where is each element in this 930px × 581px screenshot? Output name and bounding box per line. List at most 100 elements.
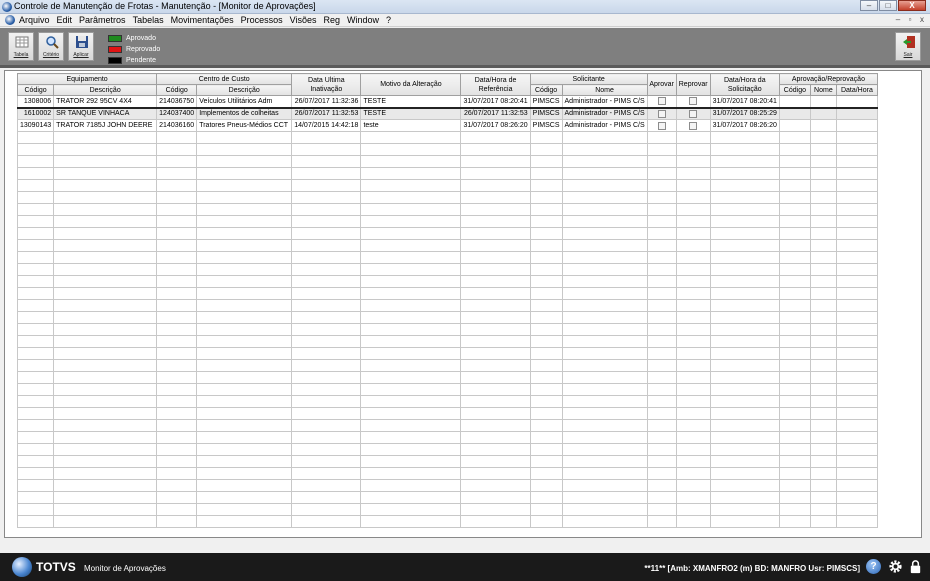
menu-movimentacoes[interactable]: Movimentações bbox=[171, 15, 234, 25]
empty-cell[interactable] bbox=[529, 431, 563, 444]
empty-cell[interactable] bbox=[16, 335, 55, 348]
empty-cell[interactable] bbox=[809, 503, 837, 516]
cell-eq-codigo[interactable]: 1308006 bbox=[16, 95, 55, 109]
empty-row[interactable] bbox=[16, 359, 878, 372]
empty-cell[interactable] bbox=[460, 275, 531, 288]
empty-cell[interactable] bbox=[196, 263, 293, 276]
empty-cell[interactable] bbox=[809, 215, 837, 228]
empty-cell[interactable] bbox=[646, 311, 677, 324]
empty-cell[interactable] bbox=[835, 503, 878, 516]
empty-cell[interactable] bbox=[835, 251, 878, 264]
empty-cell[interactable] bbox=[196, 143, 293, 156]
empty-cell[interactable] bbox=[835, 467, 878, 480]
aprovar-checkbox[interactable] bbox=[657, 97, 666, 106]
empty-row[interactable] bbox=[16, 371, 878, 384]
empty-cell[interactable] bbox=[156, 179, 198, 192]
empty-cell[interactable] bbox=[709, 131, 780, 144]
empty-cell[interactable] bbox=[196, 155, 293, 168]
empty-cell[interactable] bbox=[460, 263, 531, 276]
empty-cell[interactable] bbox=[16, 479, 55, 492]
cell-eq-descricao[interactable]: TRATOR 292 95CV 4X4 bbox=[53, 95, 158, 109]
empty-row[interactable] bbox=[16, 167, 878, 180]
empty-row[interactable] bbox=[16, 491, 878, 504]
table-row[interactable]: 1610002 SR TANQUE VINHACA 124037400 Impleme… bbox=[16, 107, 878, 120]
empty-cell[interactable] bbox=[809, 467, 837, 480]
empty-cell[interactable] bbox=[675, 371, 711, 384]
cell-sol-nome[interactable]: Administrador - PIMS C/S bbox=[561, 107, 648, 120]
reprovar-checkbox[interactable] bbox=[689, 121, 698, 130]
empty-cell[interactable] bbox=[709, 239, 780, 252]
empty-cell[interactable] bbox=[646, 479, 677, 492]
cell-data-solicitacao[interactable]: 31/07/2017 08:26:20 bbox=[709, 119, 780, 132]
empty-cell[interactable] bbox=[778, 443, 811, 456]
empty-cell[interactable] bbox=[291, 347, 362, 360]
empty-cell[interactable] bbox=[16, 299, 55, 312]
empty-cell[interactable] bbox=[460, 155, 531, 168]
empty-cell[interactable] bbox=[156, 359, 198, 372]
empty-cell[interactable] bbox=[809, 311, 837, 324]
empty-cell[interactable] bbox=[675, 431, 711, 444]
empty-cell[interactable] bbox=[709, 491, 780, 504]
empty-cell[interactable] bbox=[156, 311, 198, 324]
empty-cell[interactable] bbox=[196, 179, 293, 192]
menu-help[interactable]: ? bbox=[386, 15, 391, 25]
empty-cell[interactable] bbox=[835, 371, 878, 384]
empty-cell[interactable] bbox=[561, 179, 648, 192]
cell-data-ultima[interactable]: 26/07/2017 11:32:53 bbox=[291, 107, 362, 120]
empty-cell[interactable] bbox=[675, 203, 711, 216]
empty-cell[interactable] bbox=[529, 491, 563, 504]
empty-cell[interactable] bbox=[460, 503, 531, 516]
empty-cell[interactable] bbox=[291, 383, 362, 396]
mdi-minimize-button[interactable]: – bbox=[893, 15, 903, 25]
empty-cell[interactable] bbox=[709, 479, 780, 492]
empty-cell[interactable] bbox=[291, 479, 362, 492]
empty-cell[interactable] bbox=[16, 239, 55, 252]
empty-cell[interactable] bbox=[156, 251, 198, 264]
empty-cell[interactable] bbox=[778, 515, 811, 528]
empty-cell[interactable] bbox=[291, 467, 362, 480]
empty-cell[interactable] bbox=[778, 131, 811, 144]
empty-cell[interactable] bbox=[156, 275, 198, 288]
empty-row[interactable] bbox=[16, 287, 878, 300]
cell-cc-descricao[interactable]: Implementos de colheitas bbox=[196, 107, 293, 120]
empty-cell[interactable] bbox=[196, 131, 293, 144]
empty-cell[interactable] bbox=[778, 431, 811, 444]
cell-motivo[interactable]: teste bbox=[360, 119, 462, 132]
empty-cell[interactable] bbox=[53, 227, 158, 240]
empty-cell[interactable] bbox=[460, 335, 531, 348]
empty-cell[interactable] bbox=[809, 479, 837, 492]
empty-cell[interactable] bbox=[360, 131, 462, 144]
empty-cell[interactable] bbox=[460, 287, 531, 300]
empty-cell[interactable] bbox=[561, 251, 648, 264]
empty-cell[interactable] bbox=[809, 299, 837, 312]
empty-cell[interactable] bbox=[561, 347, 648, 360]
empty-cell[interactable] bbox=[709, 287, 780, 300]
empty-cell[interactable] bbox=[460, 131, 531, 144]
empty-cell[interactable] bbox=[809, 347, 837, 360]
empty-row[interactable] bbox=[16, 443, 878, 456]
empty-cell[interactable] bbox=[156, 191, 198, 204]
empty-cell[interactable] bbox=[835, 143, 878, 156]
empty-cell[interactable] bbox=[709, 299, 780, 312]
empty-cell[interactable] bbox=[778, 167, 811, 180]
empty-row[interactable] bbox=[16, 227, 878, 240]
empty-cell[interactable] bbox=[778, 479, 811, 492]
empty-cell[interactable] bbox=[835, 263, 878, 276]
empty-cell[interactable] bbox=[156, 395, 198, 408]
empty-cell[interactable] bbox=[709, 179, 780, 192]
empty-cell[interactable] bbox=[156, 491, 198, 504]
empty-cell[interactable] bbox=[460, 371, 531, 384]
empty-cell[interactable] bbox=[646, 167, 677, 180]
empty-row[interactable] bbox=[16, 143, 878, 156]
empty-cell[interactable] bbox=[646, 347, 677, 360]
empty-cell[interactable] bbox=[709, 323, 780, 336]
empty-cell[interactable] bbox=[156, 431, 198, 444]
empty-cell[interactable] bbox=[561, 443, 648, 456]
empty-cell[interactable] bbox=[646, 455, 677, 468]
empty-cell[interactable] bbox=[196, 275, 293, 288]
empty-cell[interactable] bbox=[291, 131, 362, 144]
empty-cell[interactable] bbox=[196, 227, 293, 240]
empty-cell[interactable] bbox=[529, 251, 563, 264]
empty-cell[interactable] bbox=[291, 455, 362, 468]
cell-ar-data[interactable] bbox=[835, 107, 878, 120]
